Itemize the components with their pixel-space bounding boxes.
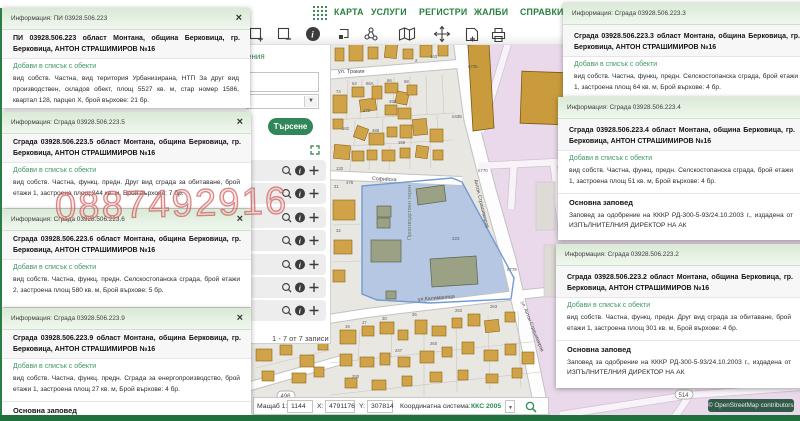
- svg-text:478: 478: [346, 180, 354, 185]
- svg-text:68: 68: [404, 79, 409, 84]
- svg-text:488: 488: [372, 128, 380, 133]
- svg-text:27: 27: [362, 320, 367, 325]
- svg-text:247: 247: [395, 348, 403, 353]
- svg-text:Производствен терен: Производствен терен: [407, 185, 413, 240]
- svg-text:260: 260: [430, 341, 438, 346]
- svg-text:66: 66: [387, 78, 392, 83]
- svg-text:470: 470: [363, 108, 371, 113]
- svg-text:250: 250: [352, 374, 360, 379]
- svg-text:263: 263: [490, 304, 498, 309]
- svg-text:п770: п770: [478, 168, 488, 173]
- svg-text:182: 182: [342, 126, 350, 131]
- svg-text:143: 143: [430, 54, 438, 59]
- svg-text:26: 26: [412, 312, 417, 317]
- svg-text:74: 74: [336, 89, 341, 94]
- svg-text:30: 30: [382, 316, 387, 321]
- svg-text:450: 450: [389, 99, 397, 104]
- svg-text:п779: п779: [507, 267, 517, 272]
- svg-text:223: 223: [452, 236, 460, 241]
- svg-text:158: 158: [398, 140, 406, 145]
- svg-text:66А: 66А: [366, 81, 374, 86]
- svg-text:132: 132: [336, 166, 344, 171]
- svg-text:п435: п435: [452, 114, 462, 119]
- svg-text:ул. Тракия: ул. Тракия: [338, 69, 365, 75]
- svg-text:514: 514: [679, 393, 690, 399]
- svg-text:Софийска: Софийска: [372, 175, 397, 183]
- svg-text:64: 64: [352, 81, 357, 86]
- svg-text:31: 31: [334, 184, 339, 189]
- svg-text:19: 19: [345, 324, 350, 329]
- svg-text:262: 262: [455, 308, 463, 313]
- svg-text:п735: п735: [468, 64, 478, 69]
- svg-text:32: 32: [336, 228, 341, 233]
